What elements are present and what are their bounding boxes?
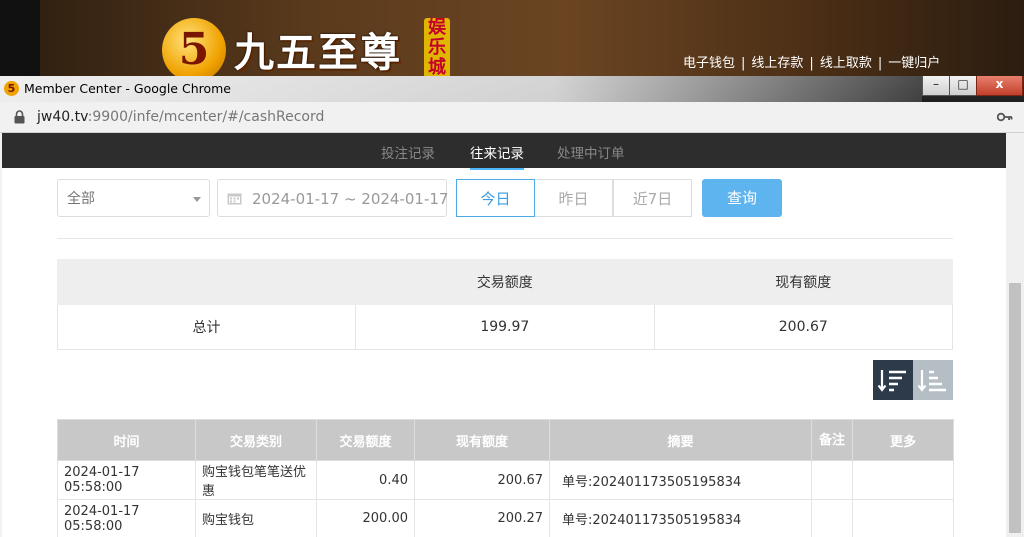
sort-buttons bbox=[873, 360, 953, 400]
summary-header-cell bbox=[56, 259, 357, 305]
cell-remark bbox=[811, 499, 853, 537]
col-header-amount[interactable]: 交易额度 bbox=[316, 419, 415, 461]
link-separator: | bbox=[809, 56, 814, 71]
cell-type: 购宝钱包笔笔送优惠 bbox=[195, 460, 317, 500]
range-yesterday-button[interactable]: 昨日 bbox=[534, 179, 613, 217]
site-top-links: 电子钱包 | 线上存款 | 线上取款 | 一键归户 bbox=[683, 52, 940, 71]
link-separator: | bbox=[741, 56, 746, 71]
link-online-withdraw[interactable]: 线上取款 bbox=[820, 56, 872, 71]
chrome-popup-window: 5 Member Center - Google Chrome – □ x jw… bbox=[0, 76, 1024, 537]
table-row[interactable]: 2024-01-17 05:58:00 购宝钱包笔笔送优惠 0.40 200.6… bbox=[57, 460, 954, 500]
lock-icon bbox=[14, 110, 25, 124]
close-button[interactable]: x bbox=[976, 76, 1023, 96]
table-row[interactable]: 2024-01-17 05:58:00 购宝钱包 200.00 200.27 单… bbox=[57, 499, 954, 537]
cell-more[interactable] bbox=[852, 460, 954, 500]
tab-pending-orders[interactable]: 处理中订单 bbox=[557, 142, 625, 162]
summary-header-cell: 现有额度 bbox=[653, 259, 954, 305]
date-range-input[interactable]: 2024-01-17 ~ 2024-01-17 bbox=[217, 179, 449, 217]
link-separator: | bbox=[877, 56, 883, 71]
record-tabs: 投注记录 往来记录 处理中订单 bbox=[2, 133, 1006, 170]
maximize-button[interactable]: □ bbox=[949, 76, 977, 96]
key-icon[interactable] bbox=[997, 111, 1013, 123]
filter-divider bbox=[57, 238, 953, 239]
cell-amount: 200.00 bbox=[316, 499, 415, 537]
records-table: 时间 交易类别 交易额度 现有额度 摘要 备注 更多 2024-01-17 05… bbox=[57, 419, 954, 537]
window-title: Member Center - Google Chrome bbox=[24, 81, 232, 96]
url-text[interactable]: jw40.tv:9900/infe/mcenter/#/cashRecord bbox=[37, 109, 324, 125]
sort-descending-icon[interactable] bbox=[873, 360, 913, 400]
address-bar[interactable]: jw40.tv:9900/infe/mcenter/#/cashRecord bbox=[0, 102, 1024, 133]
summary-cell-balance: 200.67 bbox=[653, 304, 954, 350]
sort-ascending-icon[interactable] bbox=[913, 360, 953, 400]
cell-summary: 单号:202401173505195834 bbox=[549, 499, 812, 537]
cell-type: 购宝钱包 bbox=[195, 499, 317, 537]
col-header-summary[interactable]: 摘要 bbox=[549, 419, 812, 461]
type-select-value: 全部 bbox=[67, 191, 95, 207]
cell-summary: 单号:202401173505195834 bbox=[549, 460, 812, 500]
site-logo-icon: 5 bbox=[162, 18, 226, 78]
calendar-icon bbox=[227, 193, 242, 205]
summary-header-row: 交易额度 现有额度 bbox=[56, 259, 954, 305]
page-scrollbar[interactable] bbox=[1006, 133, 1024, 537]
type-select[interactable]: 全部 bbox=[57, 179, 210, 217]
summary-header-cell: 交易额度 bbox=[355, 259, 655, 305]
cell-balance: 200.27 bbox=[414, 499, 550, 537]
site-logo-badge: 娱乐城 bbox=[424, 18, 450, 78]
page-content: 投注记录 往来记录 处理中订单 全部 2024-01-17 ~ 2024-01-… bbox=[2, 133, 1006, 537]
range-7days-button[interactable]: 近7日 bbox=[613, 179, 692, 217]
banner-left-edge bbox=[0, 0, 40, 78]
link-e-wallet[interactable]: 电子钱包 bbox=[683, 56, 735, 71]
col-header-time[interactable]: 时间 bbox=[57, 419, 196, 461]
site-logo-text: 九五至尊 bbox=[234, 29, 402, 76]
range-today-button[interactable]: 今日 bbox=[456, 179, 535, 217]
minimize-button[interactable]: – bbox=[922, 76, 950, 96]
link-one-click-transfer[interactable]: 一键归户 bbox=[888, 56, 940, 71]
app-favicon-icon: 5 bbox=[4, 81, 19, 96]
filter-row: 全部 2024-01-17 ~ 2024-01-17 今日 昨日 近7日 查询 bbox=[57, 179, 957, 219]
cell-amount: 0.40 bbox=[316, 460, 415, 500]
date-range-value: 2024-01-17 ~ 2024-01-17 bbox=[252, 190, 449, 208]
link-online-deposit[interactable]: 线上存款 bbox=[751, 56, 803, 71]
col-header-remark[interactable]: 备注 bbox=[811, 419, 853, 461]
summary-cell-transaction: 199.97 bbox=[355, 304, 655, 350]
window-titlebar[interactable]: 5 Member Center - Google Chrome – □ x bbox=[0, 76, 1024, 102]
scrollbar-thumb[interactable] bbox=[1009, 283, 1021, 533]
records-header-row: 时间 交易类别 交易额度 现有额度 摘要 备注 更多 bbox=[57, 419, 954, 461]
cell-more[interactable] bbox=[852, 499, 954, 537]
cell-time: 2024-01-17 05:58:00 bbox=[57, 460, 196, 500]
cell-time: 2024-01-17 05:58:00 bbox=[57, 499, 196, 537]
summary-total-row: 总计 199.97 200.67 bbox=[56, 304, 954, 350]
tab-transaction-records[interactable]: 往来记录 bbox=[470, 142, 524, 170]
cell-remark bbox=[811, 460, 853, 500]
url-host: jw40.tv bbox=[37, 109, 88, 125]
summary-table: 交易额度 现有额度 总计 199.97 200.67 bbox=[56, 259, 954, 350]
tab-bet-records[interactable]: 投注记录 bbox=[381, 142, 435, 162]
chevron-down-icon bbox=[193, 197, 201, 202]
url-path: :9900/infe/mcenter/#/cashRecord bbox=[87, 109, 325, 125]
query-button[interactable]: 查询 bbox=[702, 179, 782, 217]
site-banner: 5 九五至尊 娱乐城 电子钱包 | 线上存款 | 线上取款 | 一键归户 bbox=[0, 0, 1024, 78]
col-header-balance[interactable]: 现有额度 bbox=[414, 419, 550, 461]
cell-balance: 200.67 bbox=[414, 460, 550, 500]
col-header-more[interactable]: 更多 bbox=[852, 419, 954, 461]
col-header-type[interactable]: 交易类别 bbox=[195, 419, 317, 461]
summary-cell-label: 总计 bbox=[56, 304, 357, 350]
